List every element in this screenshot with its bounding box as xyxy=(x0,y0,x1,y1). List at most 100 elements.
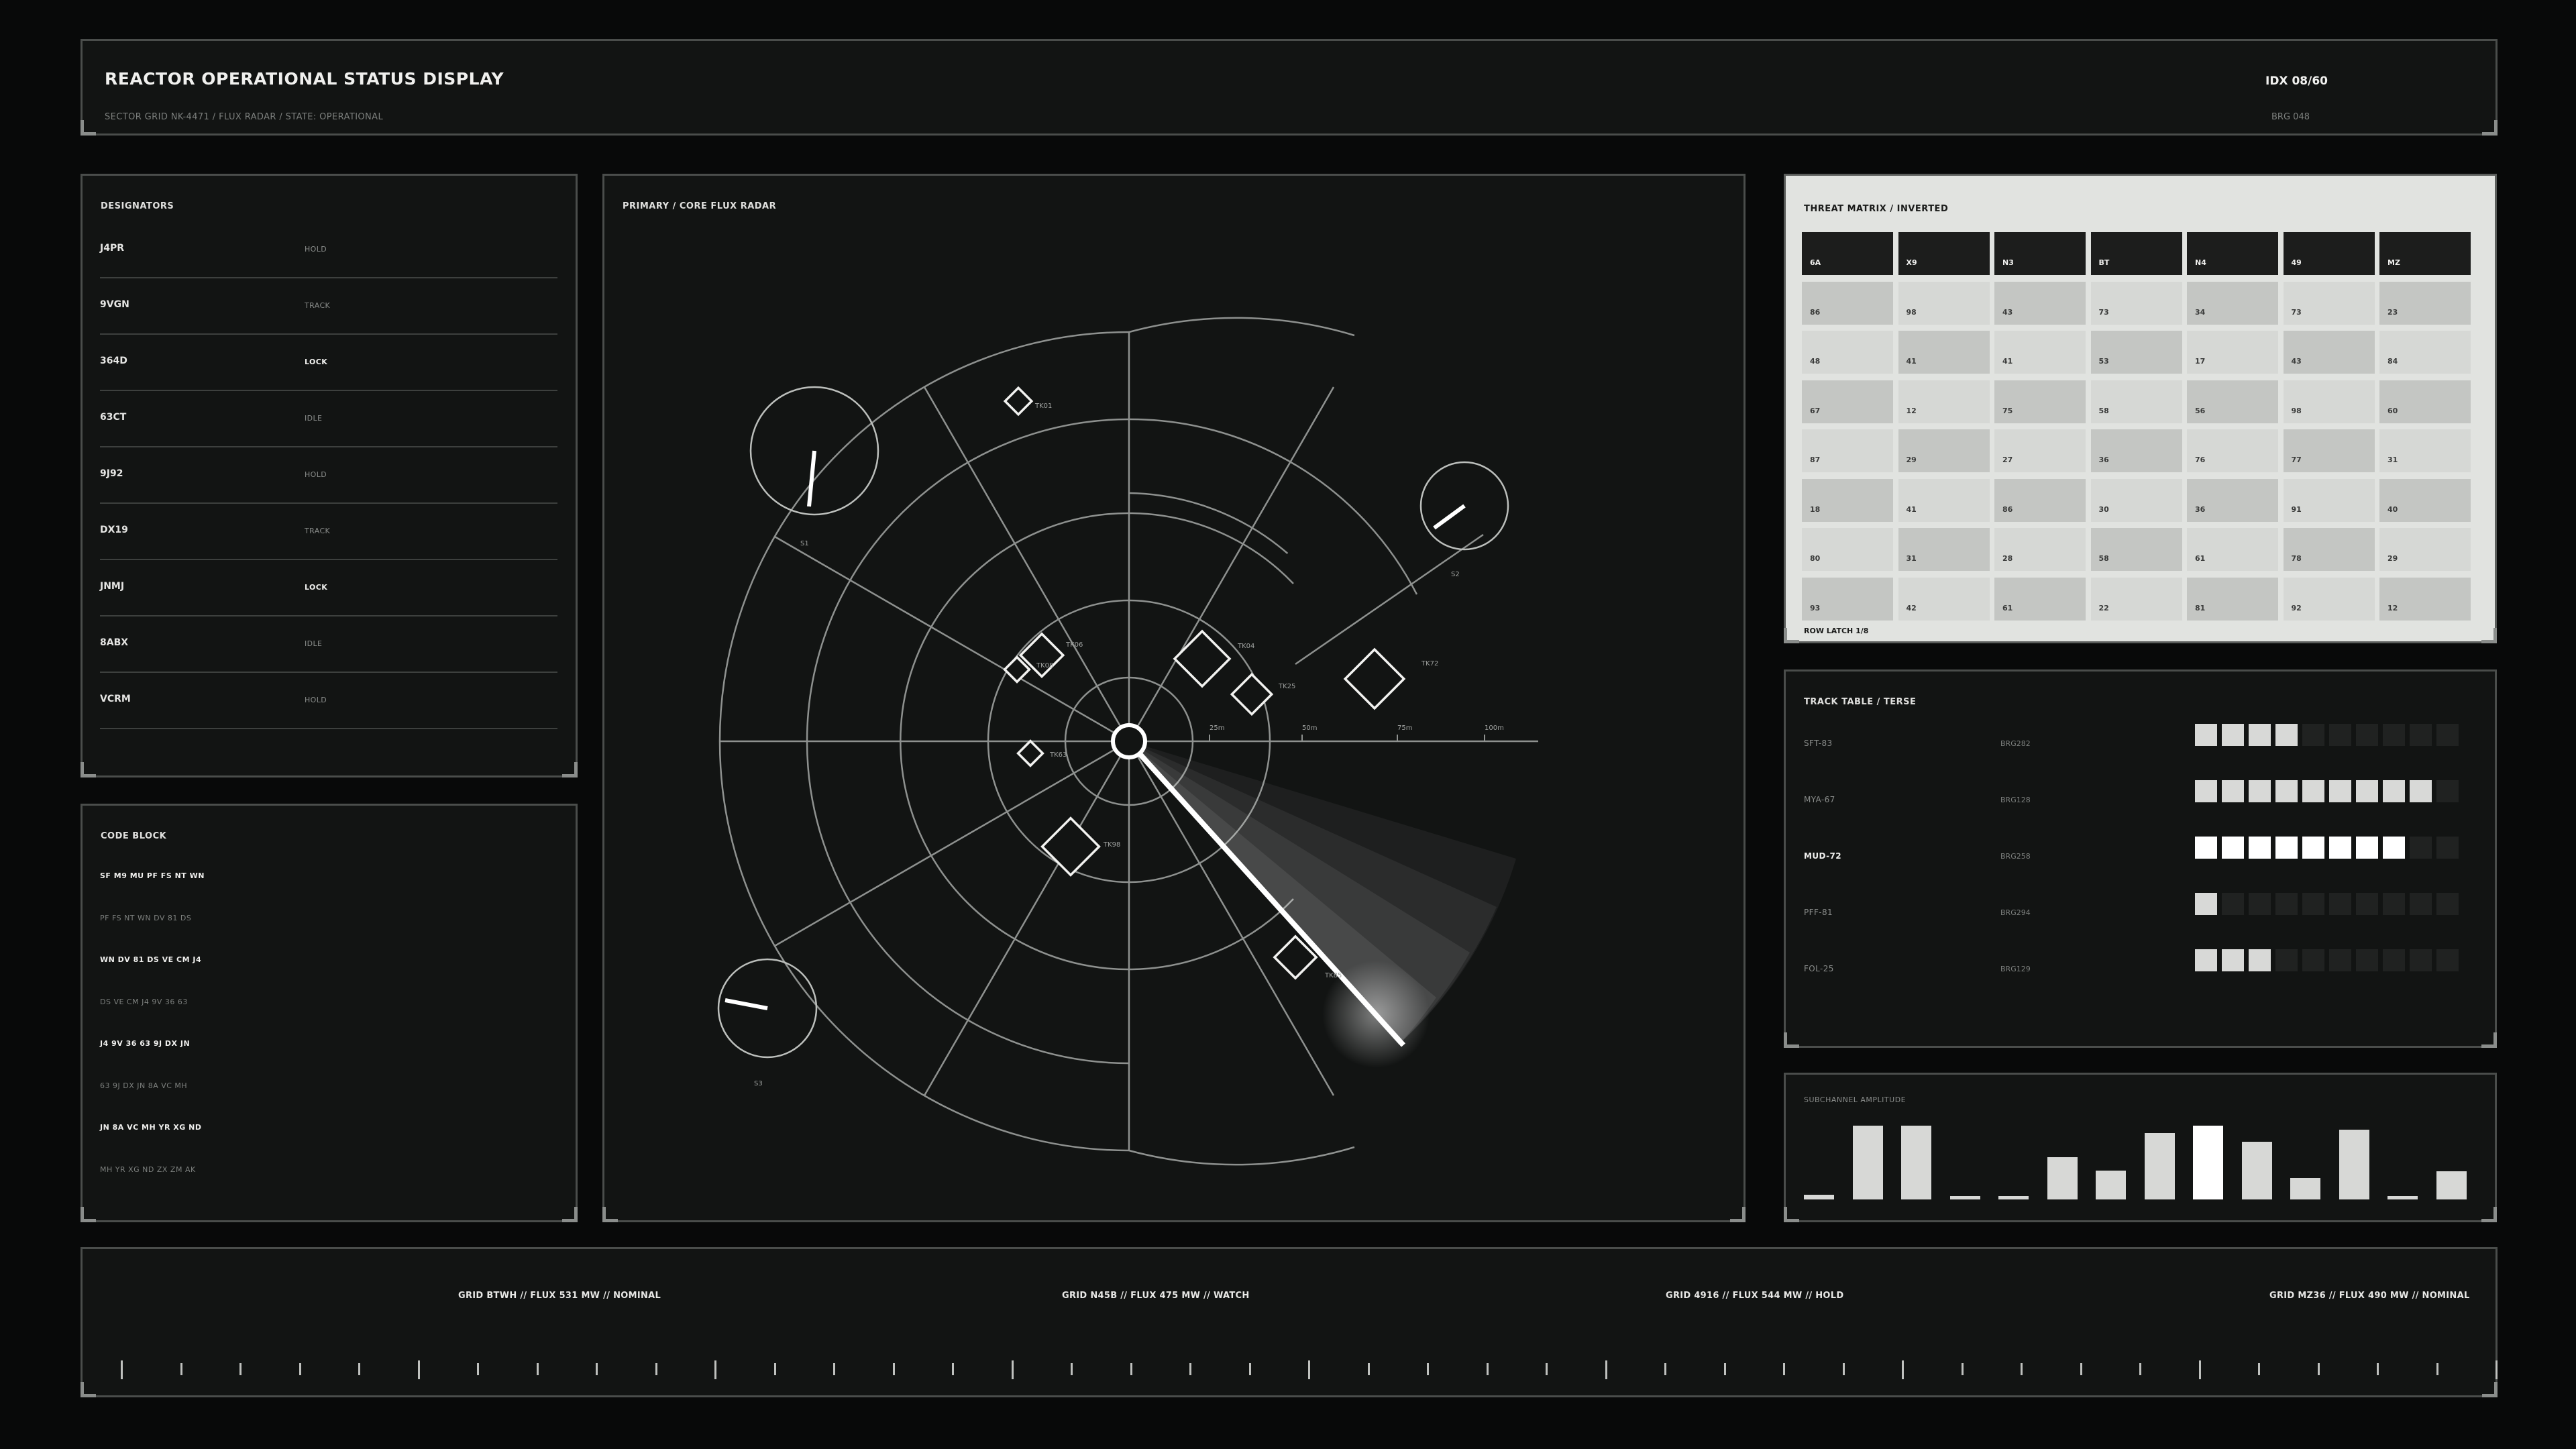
track-id[interactable]: MUD-72 xyxy=(1804,851,1841,861)
matrix-value: 42 xyxy=(1906,603,1917,612)
designator-row[interactable]: J4PR HOLD xyxy=(100,221,557,278)
matrix-cell[interactable]: 91 xyxy=(2283,478,2375,522)
matrix-cell[interactable]: 92 xyxy=(2283,577,2375,621)
target-label: TK85 xyxy=(1324,972,1342,979)
matrix-header-cell: X9 xyxy=(1898,232,1990,275)
matrix-cell[interactable]: 12 xyxy=(2379,577,2471,621)
designator-row[interactable]: DX19 TRACK xyxy=(100,502,557,560)
designator-row[interactable]: VCRM HOLD xyxy=(100,672,557,729)
matrix-cell[interactable]: 73 xyxy=(2283,281,2375,325)
matrix-cell[interactable]: 31 xyxy=(1898,528,1990,571)
designator-row[interactable]: 9VGN TRACK xyxy=(100,277,557,335)
matrix-cell[interactable]: 87 xyxy=(1802,429,1893,472)
matrix-cell[interactable]: 12 xyxy=(1898,380,1990,423)
track-id[interactable]: SFT-83 xyxy=(1804,739,1833,748)
designator-row[interactable]: JNMJ LOCK xyxy=(100,559,557,616)
target-marker[interactable] xyxy=(1343,647,1406,710)
threat-matrix-title: THREAT MATRIX / INVERTED xyxy=(1804,204,1949,214)
matrix-cell[interactable]: 86 xyxy=(1802,281,1893,325)
amplitude-bar xyxy=(1852,1126,1883,1199)
track-level-segment xyxy=(2329,724,2351,746)
matrix-cell[interactable]: 34 xyxy=(2187,281,2278,325)
target-marker[interactable] xyxy=(1040,816,1101,877)
scale-tick xyxy=(2496,1360,2498,1379)
matrix-cell[interactable]: 29 xyxy=(2379,528,2471,571)
matrix-cell[interactable]: 43 xyxy=(2283,331,2375,374)
scale-tick xyxy=(299,1363,301,1375)
track-level-segment xyxy=(2436,949,2459,971)
matrix-cell[interactable]: 81 xyxy=(2187,577,2278,621)
track-level-segment xyxy=(2222,949,2244,971)
target-marker[interactable] xyxy=(1016,739,1044,767)
track-level-segment xyxy=(2302,893,2324,915)
designator-row[interactable]: 8ABX IDLE xyxy=(100,615,557,673)
matrix-cell[interactable]: 22 xyxy=(2090,577,2182,621)
matrix-cell[interactable]: 36 xyxy=(2187,478,2278,522)
track-level-segment xyxy=(2436,780,2459,802)
subchannel-title: SUBCHANNEL AMPLITUDE xyxy=(1804,1095,1907,1104)
matrix-cell[interactable]: 18 xyxy=(1802,478,1893,522)
matrix-cell[interactable]: 42 xyxy=(1898,577,1990,621)
designator-row[interactable]: 364D LOCK xyxy=(100,333,557,391)
matrix-cell[interactable]: 41 xyxy=(1898,478,1990,522)
matrix-cell[interactable]: 23 xyxy=(2379,281,2471,325)
matrix-cell[interactable]: 28 xyxy=(1994,528,2086,571)
matrix-cell[interactable]: 36 xyxy=(2090,429,2182,472)
matrix-value: 41 xyxy=(2002,357,2013,366)
matrix-cell[interactable]: 17 xyxy=(2187,331,2278,374)
matrix-cell[interactable]: 30 xyxy=(2090,478,2182,522)
designator-row[interactable]: 9J92 HOLD xyxy=(100,446,557,504)
matrix-cell[interactable]: 84 xyxy=(2379,331,2471,374)
matrix-cell[interactable]: 76 xyxy=(2187,429,2278,472)
track-id[interactable]: PFF-81 xyxy=(1804,908,1833,917)
track-level-segment xyxy=(2302,837,2324,859)
matrix-value: 58 xyxy=(2098,406,2109,415)
scale-tick xyxy=(1189,1363,1191,1375)
matrix-cell[interactable]: 56 xyxy=(2187,380,2278,423)
track-id[interactable]: FOL-25 xyxy=(1804,964,1834,973)
matrix-value: 67 xyxy=(1810,406,1821,415)
matrix-cell[interactable]: 98 xyxy=(2283,380,2375,423)
scale-tick xyxy=(1723,1363,1726,1375)
amplitude-bar xyxy=(1804,1195,1834,1199)
track-table-panel: TRACK TABLE / TERSE SFT-83 BRG282 MYA-67 BR… xyxy=(1784,669,2497,1048)
matrix-cell[interactable]: 60 xyxy=(2379,380,2471,423)
matrix-value: 36 xyxy=(2098,455,2109,464)
matrix-value: 31 xyxy=(1906,554,1917,563)
matrix-cell[interactable]: 40 xyxy=(2379,478,2471,522)
matrix-cell[interactable]: 58 xyxy=(2090,380,2182,423)
matrix-cell[interactable]: 75 xyxy=(1994,380,2086,423)
designators-panel: DESIGNATORS J4PR HOLD 9VGN TRACK 364D LOCK 63C… xyxy=(80,174,578,777)
matrix-value: 27 xyxy=(2002,455,2013,464)
station-needle xyxy=(1433,504,1466,530)
matrix-cell[interactable]: 78 xyxy=(2283,528,2375,571)
matrix-cell[interactable]: 29 xyxy=(1898,429,1990,472)
matrix-value: 28 xyxy=(2002,554,2013,563)
scale-tick xyxy=(1308,1360,1310,1379)
matrix-cell[interactable]: 98 xyxy=(1898,281,1990,325)
matrix-cell[interactable]: 73 xyxy=(2090,281,2182,325)
track-level-segment xyxy=(2410,949,2432,971)
matrix-cell[interactable]: 67 xyxy=(1802,380,1893,423)
target-marker[interactable] xyxy=(1003,386,1034,417)
track-id[interactable]: MYA-67 xyxy=(1804,795,1835,804)
matrix-value: 91 xyxy=(2291,504,2302,514)
designator-row[interactable]: 63CT IDLE xyxy=(100,390,557,447)
matrix-cell[interactable]: 61 xyxy=(2187,528,2278,571)
matrix-cell[interactable]: 86 xyxy=(1994,478,2086,522)
target-marker[interactable] xyxy=(1173,629,1232,688)
matrix-cell[interactable]: 53 xyxy=(2090,331,2182,374)
matrix-cell[interactable]: 58 xyxy=(2090,528,2182,571)
matrix-cell[interactable]: 80 xyxy=(1802,528,1893,571)
matrix-cell[interactable]: 43 xyxy=(1994,281,2086,325)
scale-tick xyxy=(121,1360,123,1379)
matrix-cell[interactable]: 93 xyxy=(1802,577,1893,621)
matrix-cell[interactable]: 41 xyxy=(1898,331,1990,374)
matrix-cell[interactable]: 41 xyxy=(1994,331,2086,374)
matrix-value: 60 xyxy=(2387,406,2398,415)
matrix-cell[interactable]: 77 xyxy=(2283,429,2375,472)
matrix-cell[interactable]: 31 xyxy=(2379,429,2471,472)
matrix-cell[interactable]: 61 xyxy=(1994,577,2086,621)
matrix-cell[interactable]: 27 xyxy=(1994,429,2086,472)
matrix-cell[interactable]: 48 xyxy=(1802,331,1893,374)
